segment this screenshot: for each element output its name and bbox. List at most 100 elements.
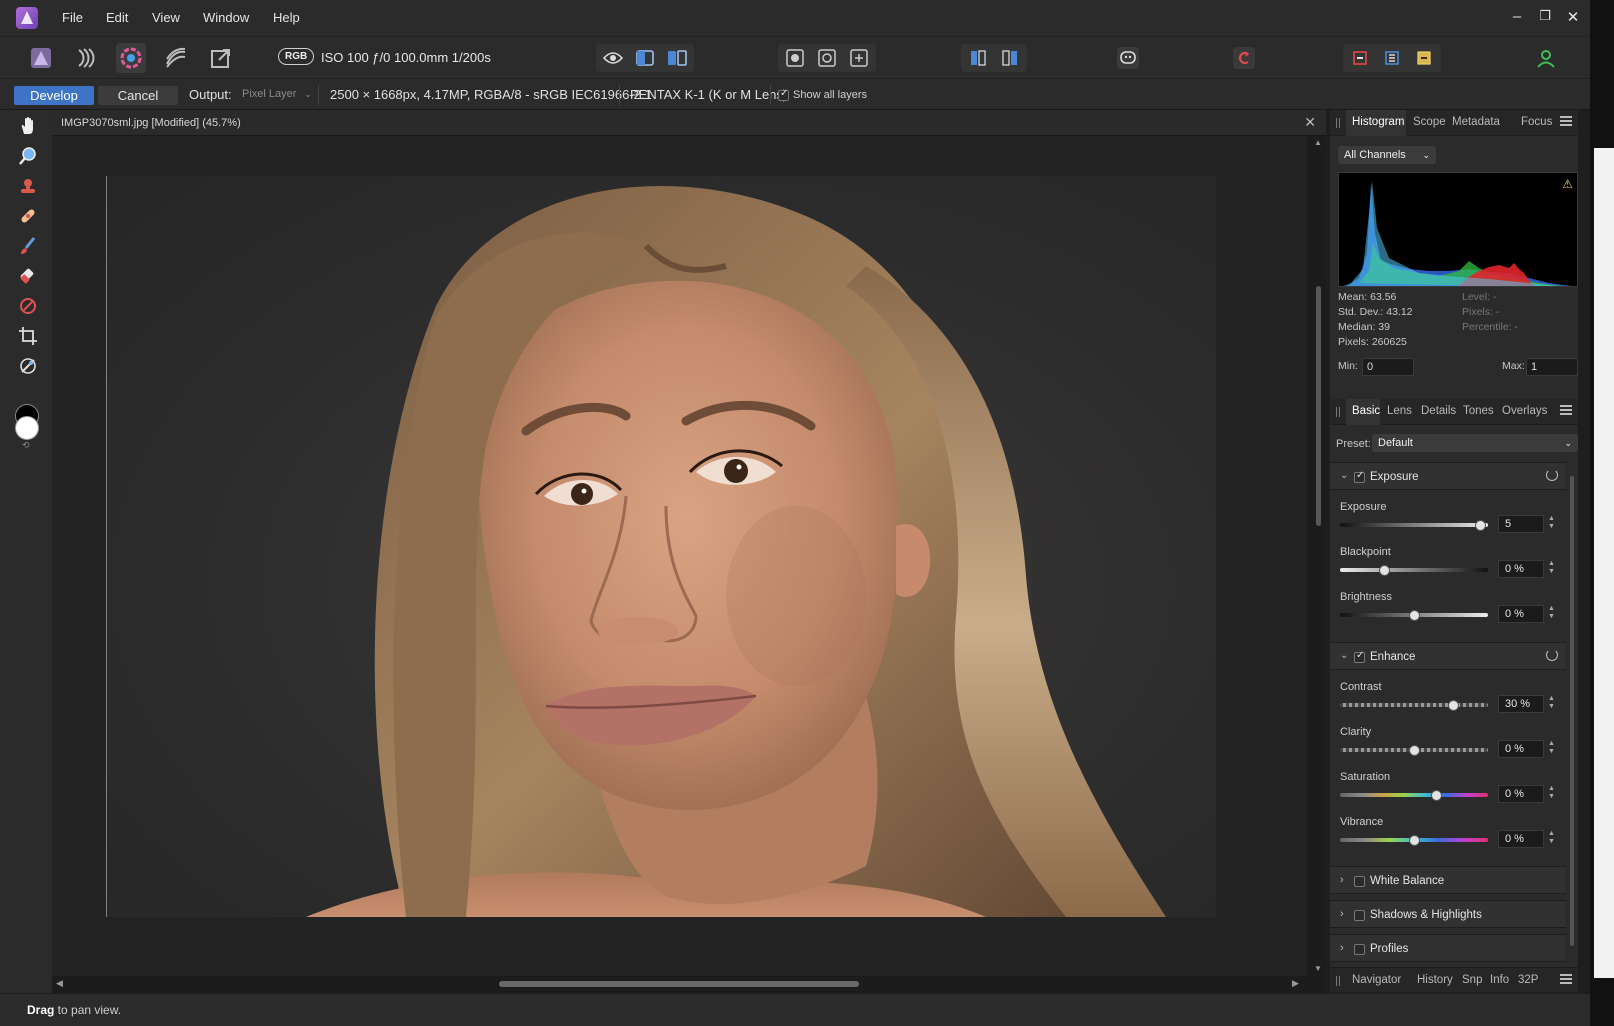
tab-navigator[interactable]: Navigator <box>1352 974 1401 986</box>
menu-file[interactable]: File <box>62 10 83 25</box>
menu-view[interactable]: View <box>152 10 180 25</box>
tab-focus[interactable]: Focus <box>1521 116 1552 128</box>
exposure-spinner-icon[interactable]: ▲ ▼ <box>1548 515 1555 531</box>
profiles-section-header[interactable]: › Profiles <box>1330 934 1566 962</box>
exposure-slider-knob[interactable] <box>1475 519 1487 531</box>
reset-icon[interactable] <box>1546 469 1558 481</box>
blackpoint-slider[interactable] <box>1340 568 1488 572</box>
tab-info[interactable]: Info <box>1490 974 1509 986</box>
menu-edit[interactable]: Edit <box>106 10 128 25</box>
blackpoint-spinner-icon[interactable]: ▲ ▼ <box>1548 560 1555 576</box>
tab-scope[interactable]: Scope <box>1413 116 1446 128</box>
clipping-highlights-icon[interactable] <box>814 47 840 69</box>
max-input[interactable]: 1 <box>1526 358 1578 376</box>
gradient-tool-icon[interactable] <box>16 294 40 318</box>
channel-select[interactable]: All Channels ⌄ <box>1338 146 1436 164</box>
exposure-value[interactable]: 5 <box>1498 515 1544 533</box>
close-document-icon[interactable]: ✕ <box>1304 114 1316 131</box>
develop-button[interactable]: Develop <box>14 86 94 105</box>
chevron-down-icon[interactable]: ⌄ <box>1340 650 1348 661</box>
reset-icon[interactable] <box>1546 649 1558 661</box>
export-persona-icon[interactable] <box>206 43 236 73</box>
minimize-icon[interactable]: – <box>1507 8 1527 25</box>
enhance-enable-checkbox[interactable] <box>1354 650 1365 663</box>
shadows-highlights-section-header[interactable]: › Shadows & Highlights <box>1330 900 1566 928</box>
arrange-forward-icon[interactable] <box>1379 47 1405 69</box>
tone-mapping-persona-icon[interactable] <box>161 43 191 73</box>
vibrance-value[interactable]: 0 % <box>1498 830 1544 848</box>
liquify-persona-icon[interactable] <box>72 43 102 73</box>
tab-metadata[interactable]: Metadata <box>1452 116 1500 128</box>
maximize-icon[interactable]: ❐ <box>1535 8 1555 24</box>
shadows-highlights-enable-checkbox[interactable] <box>1354 910 1365 921</box>
tab-basic[interactable]: Basic <box>1352 405 1380 417</box>
contrast-value[interactable]: 30 % <box>1498 695 1544 713</box>
view-tool-hand-icon[interactable] <box>16 114 40 138</box>
red-eye-tool-icon[interactable] <box>16 174 40 198</box>
erase-brush-icon[interactable] <box>16 264 40 288</box>
panel-grip-icon[interactable] <box>1336 976 1340 986</box>
document-tab[interactable]: IMGP3070sml.jpg [Modified] (45.7%) ✕ <box>52 110 1326 136</box>
contrast-spinner-icon[interactable]: ▲ ▼ <box>1548 695 1555 711</box>
scroll-right-icon[interactable]: ▶ <box>1292 978 1299 989</box>
paint-brush-icon[interactable] <box>16 234 40 258</box>
output-select[interactable]: Pixel Layer <box>242 88 296 100</box>
cancel-button[interactable]: Cancel <box>98 86 178 105</box>
scroll-thumb[interactable] <box>1570 476 1574 946</box>
clarity-slider-knob[interactable] <box>1408 744 1420 756</box>
white-balance-enable-checkbox[interactable] <box>1354 876 1365 887</box>
contrast-slider[interactable] <box>1340 703 1488 707</box>
tab-history[interactable]: History <box>1417 974 1453 986</box>
clarity-value[interactable]: 0 % <box>1498 740 1544 758</box>
photo-persona-icon[interactable] <box>26 43 56 73</box>
tab-32p[interactable]: 32P <box>1518 974 1538 986</box>
split-right-icon[interactable] <box>997 47 1023 69</box>
portrait-photo[interactable] <box>106 176 1216 917</box>
eye-icon[interactable] <box>600 47 626 69</box>
split-left-icon[interactable] <box>965 47 991 69</box>
vibrance-slider-knob[interactable] <box>1408 834 1420 846</box>
assistant-icon[interactable] <box>1113 43 1143 73</box>
scroll-down-icon[interactable]: ▼ <box>1314 964 1322 973</box>
healing-brush-icon[interactable] <box>16 204 40 228</box>
enhance-section-header[interactable]: ⌄ Enhance <box>1330 642 1566 670</box>
tab-histogram[interactable]: Histogram <box>1352 116 1404 128</box>
brightness-spinner-icon[interactable]: ▲ ▼ <box>1548 605 1555 621</box>
clipping-shadows-icon[interactable] <box>782 47 808 69</box>
exposure-enable-checkbox[interactable] <box>1354 470 1365 483</box>
undo-history-icon[interactable] <box>1229 43 1259 73</box>
tab-details[interactable]: Details <box>1421 405 1456 417</box>
white-balance-picker-icon[interactable] <box>16 354 40 378</box>
scroll-thumb[interactable] <box>499 981 859 987</box>
canvas[interactable] <box>52 136 1307 976</box>
tab-tones[interactable]: Tones <box>1463 405 1494 417</box>
exposure-section-header[interactable]: ⌄ Exposure <box>1330 462 1566 490</box>
profiles-enable-checkbox[interactable] <box>1354 944 1365 955</box>
mirror-view-icon[interactable] <box>664 47 690 69</box>
develop-panel-scrollbar[interactable] <box>1568 462 1576 962</box>
brightness-value[interactable]: 0 % <box>1498 605 1544 623</box>
exposure-slider[interactable] <box>1340 523 1488 527</box>
chevron-down-icon[interactable]: ⌄ <box>304 89 312 100</box>
saturation-slider[interactable] <box>1340 793 1488 797</box>
arrange-back-icon[interactable] <box>1347 47 1373 69</box>
primary-color-swatch[interactable] <box>15 416 39 440</box>
chevron-right-icon[interactable]: › <box>1340 908 1344 920</box>
close-window-icon[interactable]: ✕ <box>1563 8 1583 26</box>
white-balance-section-header[interactable]: › White Balance <box>1330 866 1566 894</box>
account-icon[interactable] <box>1531 43 1561 73</box>
arrange-front-icon[interactable] <box>1411 47 1437 69</box>
zoom-tool-icon[interactable] <box>16 144 40 168</box>
horizontal-scrollbar[interactable]: ◀ ▶ <box>52 976 1307 993</box>
develop-persona-icon[interactable] <box>116 43 146 73</box>
preset-select[interactable]: Default ⌄ <box>1372 434 1578 452</box>
saturation-value[interactable]: 0 % <box>1498 785 1544 803</box>
tab-overlays[interactable]: Overlays <box>1502 405 1547 417</box>
blackpoint-slider-knob[interactable] <box>1378 564 1390 576</box>
saturation-slider-knob[interactable] <box>1430 789 1442 801</box>
blackpoint-value[interactable]: 0 % <box>1498 560 1544 578</box>
panel-grip-icon[interactable] <box>1336 407 1340 417</box>
scroll-up-icon[interactable]: ▲ <box>1314 138 1322 147</box>
panel-menu-icon[interactable] <box>1560 116 1572 128</box>
vertical-scrollbar[interactable]: ▲ ▼ <box>1312 136 1326 976</box>
